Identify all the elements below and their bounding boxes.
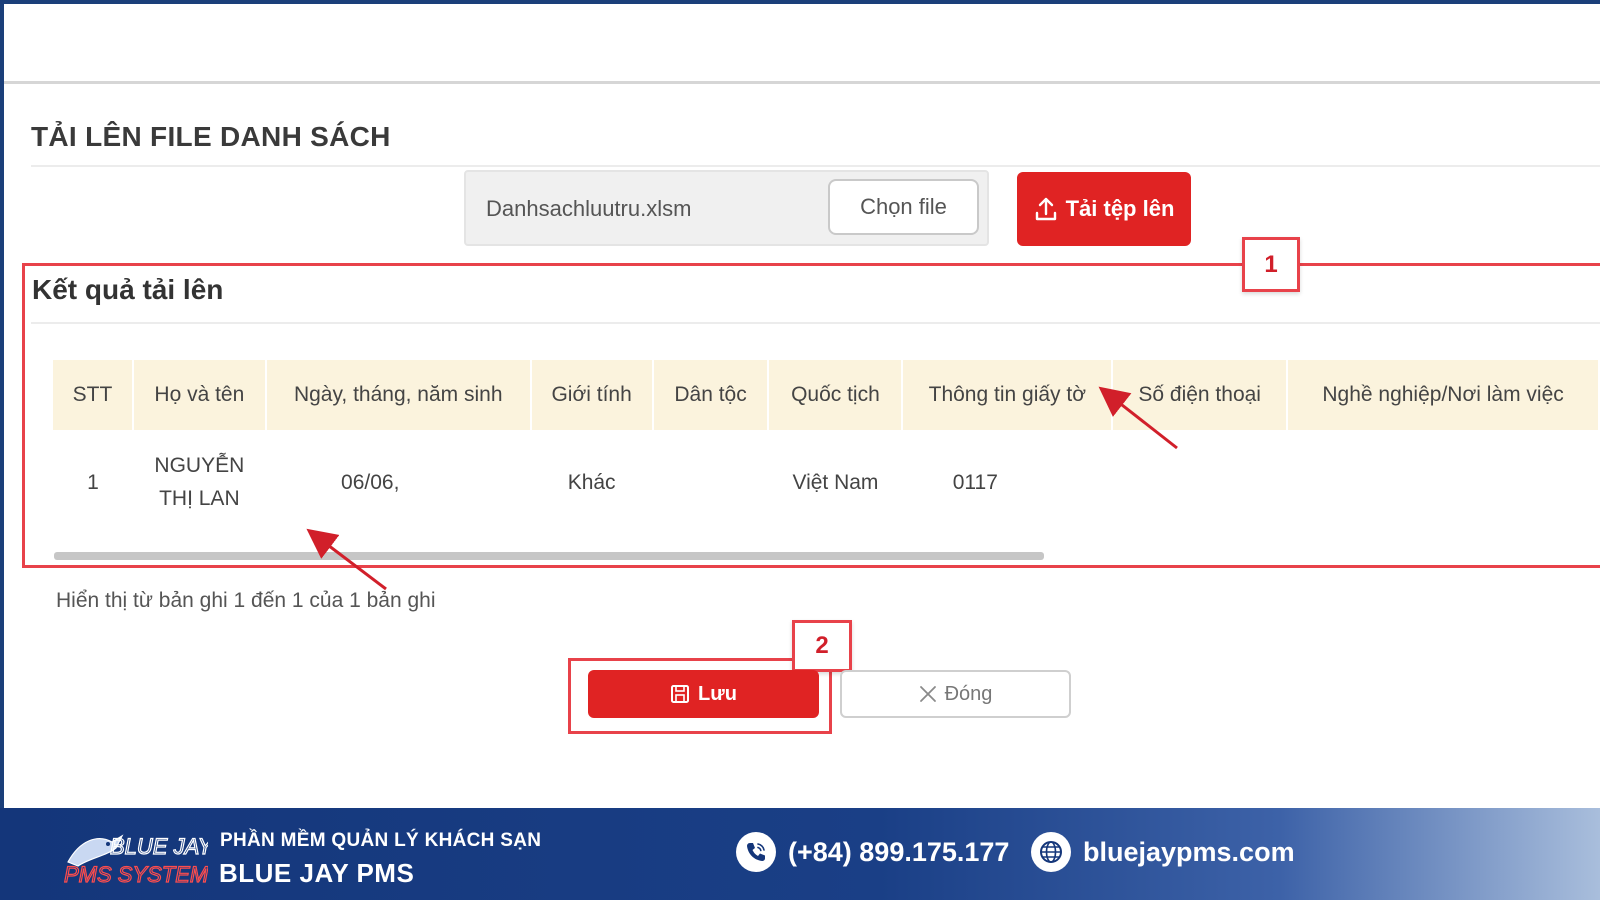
callout-label-1: 1 <box>1242 237 1300 292</box>
footer-website-text: bluejaypms.com <box>1083 836 1295 867</box>
column-header[interactable]: Quốc tịch <box>768 360 904 430</box>
globe-icon <box>1031 832 1071 872</box>
phone-icon <box>736 832 776 872</box>
footer-banner: BLUE JAY PMS SYSTEM PHẦN MỀM QUẢN LÝ KHÁ… <box>0 808 1600 900</box>
footer-tagline: PHẦN MỀM QUẢN LÝ KHÁCH SẠN <box>220 830 542 851</box>
results-table: STT Họ và tên Ngày, tháng, năm sinh Giới… <box>53 360 1600 534</box>
top-bar <box>4 4 1600 84</box>
cell-nationality: Việt Nam <box>792 470 879 494</box>
upload-button-label: Tải tệp lên <box>1065 196 1175 221</box>
column-header[interactable]: Dân tộc <box>652 360 770 430</box>
column-header[interactable]: Nghề nghiệp/Nơi làm việc <box>1287 360 1600 430</box>
file-picker: Danhsachluutru.xlsm Chọn file <box>464 170 989 246</box>
cell-dob: 06/06, <box>266 430 531 534</box>
cell-phone <box>1112 430 1287 534</box>
divider <box>31 322 1600 324</box>
results-title: Kết quả tải lên <box>32 274 224 305</box>
cell-stt: 1 <box>87 470 99 494</box>
close-button-label: Đóng <box>944 682 993 705</box>
save-button-label: Lưu <box>698 682 737 705</box>
footer-brand: BLUE JAY PMS <box>219 858 415 888</box>
name-line: NGUYỄN <box>154 454 245 477</box>
divider <box>31 165 1600 167</box>
column-header[interactable]: STT <box>53 360 134 430</box>
upload-file-button[interactable]: Tải tệp lên <box>1017 172 1191 246</box>
column-header[interactable]: Số điện thoại <box>1112 360 1289 430</box>
upload-icon <box>1035 197 1056 221</box>
close-button[interactable]: Đóng <box>840 670 1071 718</box>
pagination-info: Hiển thị từ bản ghi 1 đến 1 của 1 bản gh… <box>56 589 436 612</box>
dob-value: 06/06, <box>341 470 400 494</box>
page-title: TẢI LÊN FILE DANH SÁCH <box>31 121 391 152</box>
logo-text-1: BLUE JAY <box>110 834 208 859</box>
logo-text-2: PMS SYSTEM <box>64 862 208 887</box>
cell-occupation <box>1287 430 1599 534</box>
save-icon <box>671 685 690 703</box>
footer-phone[interactable]: (+84) 899.175.177 <box>736 832 1009 872</box>
document-value: 0117 <box>952 470 998 494</box>
bluejay-logo: BLUE JAY PMS SYSTEM <box>63 833 208 887</box>
save-button[interactable]: Lưu <box>588 670 819 718</box>
horizontal-scrollbar[interactable] <box>54 552 1044 560</box>
callout-label-2: 2 <box>792 620 852 672</box>
footer-website[interactable]: bluejaypms.com <box>1031 832 1295 872</box>
close-icon <box>919 686 936 702</box>
table-row[interactable]: 1 NGUYỄN THỊ LAN 06/06, Khác Việt Nam 01… <box>53 430 1599 534</box>
cell-document: 0117 <box>902 430 1112 534</box>
choose-file-button[interactable]: Chọn file <box>828 179 979 235</box>
file-name-field[interactable]: Danhsachluutru.xlsm <box>486 196 691 222</box>
footer-phone-text: (+84) 899.175.177 <box>788 836 1010 867</box>
column-header[interactable]: Thông tin giấy tờ <box>902 360 1114 430</box>
column-header[interactable]: Họ và tên <box>132 360 267 430</box>
table-header-row: STT Họ và tên Ngày, tháng, năm sinh Giới… <box>53 360 1600 430</box>
name-line: THỊ LAN <box>159 487 240 510</box>
app-screen: TẢI LÊN FILE DANH SÁCH Danhsachluutru.xl… <box>4 4 1600 808</box>
cell-ethnicity <box>653 430 769 534</box>
column-header[interactable]: Ngày, tháng, năm sinh <box>265 360 532 430</box>
cell-name: NGUYỄN THỊ LAN <box>133 430 266 534</box>
column-header[interactable]: Giới tính <box>530 360 654 430</box>
cell-gender: Khác <box>567 470 616 494</box>
